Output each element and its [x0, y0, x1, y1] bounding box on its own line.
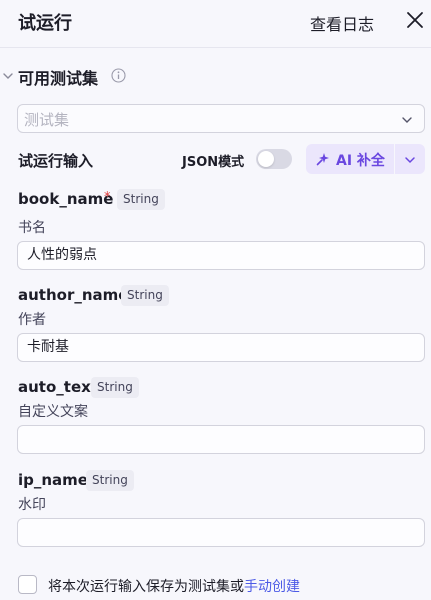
field-desc-auto-text: 自定义文案 [18, 404, 88, 420]
run-input-label: 试运行输入 [18, 152, 94, 170]
testset-section-title: 可用测试集 [18, 69, 99, 88]
ai-complete-dropdown[interactable] [395, 144, 425, 174]
view-logs-button[interactable]: 查看日志 [310, 11, 374, 35]
field-name-book-name: book_name [18, 190, 114, 208]
panel-header: 试运行 查看日志 [0, 0, 431, 48]
testset-section-header[interactable]: 可用测试集 [0, 64, 431, 88]
testset-select[interactable]: 测试集 [17, 104, 425, 133]
sparkle-icon [316, 153, 329, 166]
field-name-ip-name: ip_name [18, 471, 88, 489]
type-badge: String [121, 285, 169, 306]
testset-select-placeholder: 测试集 [24, 111, 70, 129]
type-badge: String [117, 189, 165, 210]
panel-title: 试运行 [18, 13, 72, 34]
save-as-testset-text: 将本次运行输入保存为测试集或手动创建 [48, 576, 300, 596]
field-desc-ip-name: 水印 [18, 497, 46, 513]
auto-text-input[interactable] [17, 425, 425, 454]
json-mode-label: JSON模式 [182, 155, 245, 170]
close-icon[interactable] [404, 9, 426, 31]
type-badge: String [91, 377, 139, 398]
info-icon[interactable] [111, 68, 126, 83]
required-mark: * [104, 190, 111, 205]
field-name-author-name: author_name [18, 286, 129, 304]
save-as-testset-checkbox[interactable] [18, 575, 37, 594]
author-name-input[interactable]: 卡耐基 [17, 333, 425, 362]
type-badge: String [86, 470, 134, 491]
save-as-testset-row: 将本次运行输入保存为测试集或手动创建 [0, 570, 431, 600]
json-mode-toggle[interactable] [256, 149, 292, 169]
manual-create-link[interactable]: 手动创建 [244, 579, 300, 595]
chevron-down-icon [405, 157, 415, 164]
field-name-auto-text: auto_text [18, 378, 98, 396]
save-as-testset-label: 将本次运行输入保存为测试集或 [48, 579, 244, 595]
chevron-down-icon [402, 117, 412, 123]
chevron-down-icon[interactable] [2, 70, 14, 82]
field-desc-author-name: 作者 [18, 312, 46, 328]
field-desc-book-name: 书名 [18, 220, 46, 236]
toggle-knob [258, 151, 274, 167]
book-name-input[interactable]: 人性的弱点 [17, 241, 425, 270]
ip-name-input[interactable] [17, 518, 425, 547]
ai-complete-button[interactable]: AI 补全 [306, 144, 394, 174]
ai-complete-label: AI 补全 [336, 153, 385, 169]
